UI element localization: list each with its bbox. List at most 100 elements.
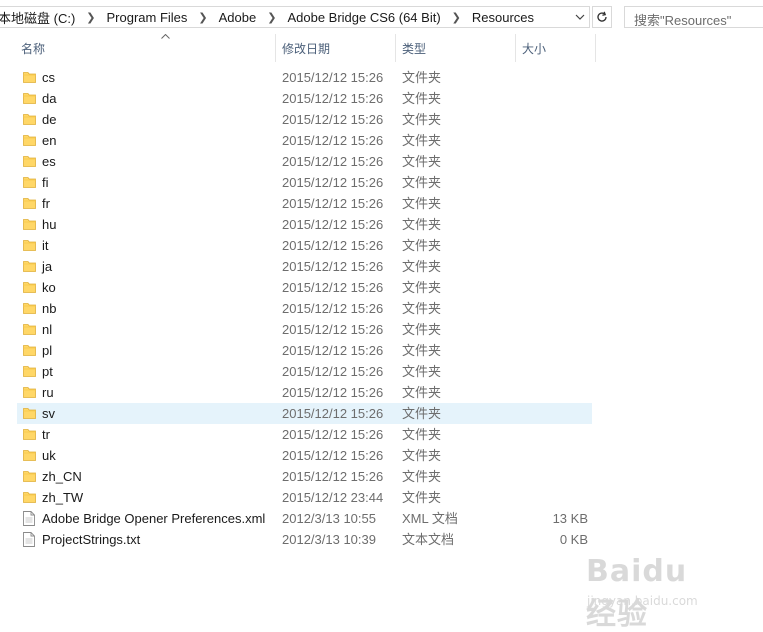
file-row[interactable]: Adobe Bridge Opener Preferences.xml 2012/… — [0, 508, 763, 529]
row-date: 2015/12/12 15:26 — [282, 385, 384, 400]
chevron-right-icon[interactable]: ❯ — [189, 11, 216, 24]
file-row[interactable]: ja 2015/12/12 15:26 文件夹 — [0, 256, 763, 277]
file-row[interactable]: fi 2015/12/12 15:26 文件夹 — [0, 172, 763, 193]
row-name[interactable]: fi — [42, 172, 49, 193]
row-name[interactable]: pl — [42, 340, 52, 361]
row-icon-cell — [23, 340, 39, 361]
row-size — [520, 193, 588, 214]
row-type: 文件夹 — [402, 196, 442, 211]
address-bar[interactable]: 本地磁盘 (C:) ❯ Program Files ❯ Adobe ❯ Adob… — [0, 6, 590, 28]
file-row[interactable]: de 2015/12/12 15:26 文件夹 — [0, 109, 763, 130]
file-row[interactable]: da 2015/12/12 15:26 文件夹 — [0, 88, 763, 109]
row-date: 2015/12/12 15:26 — [282, 406, 384, 421]
row-icon-cell — [23, 466, 39, 487]
row-name[interactable]: nl — [42, 319, 52, 340]
file-row[interactable]: pt 2015/12/12 15:26 文件夹 — [0, 361, 763, 382]
breadcrumb-resources[interactable]: Resources — [470, 10, 536, 25]
row-icon-cell — [23, 109, 39, 130]
column-divider[interactable] — [395, 34, 396, 62]
row-name[interactable]: es — [42, 151, 56, 172]
file-row[interactable]: es 2015/12/12 15:26 文件夹 — [0, 151, 763, 172]
row-date: 2015/12/12 15:26 — [282, 364, 384, 379]
row-date: 2015/12/12 15:26 — [282, 196, 384, 211]
row-name[interactable]: en — [42, 130, 56, 151]
row-name[interactable]: ja — [42, 256, 52, 277]
row-name[interactable]: pt — [42, 361, 53, 382]
chevron-right-icon[interactable]: ❯ — [258, 11, 285, 24]
file-row[interactable]: pl 2015/12/12 15:26 文件夹 — [0, 340, 763, 361]
row-type: 文件夹 — [402, 301, 442, 316]
file-row[interactable]: ko 2015/12/12 15:26 文件夹 — [0, 277, 763, 298]
row-name[interactable]: uk — [42, 445, 56, 466]
breadcrumb-program-files[interactable]: Program Files — [105, 10, 190, 25]
folder-icon — [23, 282, 36, 293]
row-date: 2015/12/12 15:26 — [282, 469, 384, 484]
file-row[interactable]: it 2015/12/12 15:26 文件夹 — [0, 235, 763, 256]
row-name[interactable]: fr — [42, 193, 50, 214]
column-header-name[interactable]: 名称 — [21, 33, 275, 62]
column-divider[interactable] — [515, 34, 516, 62]
row-name[interactable]: sv — [42, 403, 55, 424]
breadcrumb-drive[interactable]: 本地磁盘 (C:) — [0, 8, 77, 27]
file-row[interactable]: hu 2015/12/12 15:26 文件夹 — [0, 214, 763, 235]
row-name[interactable]: Adobe Bridge Opener Preferences.xml — [42, 508, 265, 529]
breadcrumb-adobe[interactable]: Adobe — [217, 10, 259, 25]
folder-icon — [23, 450, 36, 461]
row-name[interactable]: nb — [42, 298, 56, 319]
row-type: 文件夹 — [402, 154, 442, 169]
column-header-date[interactable]: 修改日期 — [282, 34, 395, 62]
file-row[interactable]: uk 2015/12/12 15:26 文件夹 — [0, 445, 763, 466]
chevron-down-icon[interactable] — [571, 7, 589, 27]
file-row[interactable]: en 2015/12/12 15:26 文件夹 — [0, 130, 763, 151]
row-type: 文件夹 — [402, 175, 442, 190]
file-row[interactable]: zh_CN 2015/12/12 15:26 文件夹 — [0, 466, 763, 487]
file-row[interactable]: tr 2015/12/12 15:26 文件夹 — [0, 424, 763, 445]
row-name[interactable]: ProjectStrings.txt — [42, 529, 140, 550]
row-size — [520, 214, 588, 235]
column-divider[interactable] — [595, 34, 596, 62]
chevron-right-icon[interactable]: ❯ — [443, 11, 470, 24]
file-row[interactable]: zh_TW 2015/12/12 23:44 文件夹 — [0, 487, 763, 508]
file-row[interactable]: nl 2015/12/12 15:26 文件夹 — [0, 319, 763, 340]
row-date: 2015/12/12 15:26 — [282, 322, 384, 337]
chevron-right-icon[interactable]: ❯ — [77, 11, 104, 24]
file-row[interactable]: fr 2015/12/12 15:26 文件夹 — [0, 193, 763, 214]
row-type: 文件夹 — [402, 469, 442, 484]
row-size — [520, 445, 588, 466]
row-size — [520, 487, 588, 508]
row-date: 2015/12/12 15:26 — [282, 427, 384, 442]
refresh-icon — [597, 11, 607, 22]
row-name[interactable]: da — [42, 88, 56, 109]
file-row[interactable]: cs 2015/12/12 15:26 文件夹 — [0, 67, 763, 88]
refresh-button[interactable] — [592, 6, 612, 28]
row-name[interactable]: de — [42, 109, 56, 130]
row-name[interactable]: ko — [42, 277, 56, 298]
file-row[interactable]: ru 2015/12/12 15:26 文件夹 — [0, 382, 763, 403]
row-name[interactable]: tr — [42, 424, 50, 445]
row-icon-cell — [23, 298, 39, 319]
row-name[interactable]: ru — [42, 382, 54, 403]
row-name[interactable]: hu — [42, 214, 56, 235]
row-type: 文件夹 — [402, 322, 442, 337]
column-divider[interactable] — [275, 34, 276, 62]
row-size — [520, 88, 588, 109]
row-name[interactable]: zh_TW — [42, 487, 83, 508]
column-header-type[interactable]: 类型 — [402, 34, 515, 62]
row-name[interactable]: it — [42, 235, 49, 256]
folder-icon — [23, 387, 36, 398]
search-input[interactable]: 搜索"Resources" — [624, 6, 763, 28]
row-size — [520, 403, 588, 424]
row-type: 文件夹 — [402, 427, 442, 442]
row-name[interactable]: cs — [42, 67, 55, 88]
row-date: 2015/12/12 15:26 — [282, 133, 384, 148]
folder-icon — [23, 471, 36, 482]
file-row[interactable]: sv 2015/12/12 15:26 文件夹 — [0, 403, 763, 424]
file-row[interactable]: nb 2015/12/12 15:26 文件夹 — [0, 298, 763, 319]
column-header-size[interactable]: 大小 — [522, 34, 595, 62]
row-icon-cell — [23, 529, 39, 550]
breadcrumb-adobe-bridge[interactable]: Adobe Bridge CS6 (64 Bit) — [285, 10, 442, 25]
row-name[interactable]: zh_CN — [42, 466, 82, 487]
file-row[interactable]: ProjectStrings.txt 2012/3/13 10:39 文本文档 0 K… — [0, 529, 763, 550]
row-icon-cell — [23, 487, 39, 508]
folder-icon — [23, 219, 36, 230]
